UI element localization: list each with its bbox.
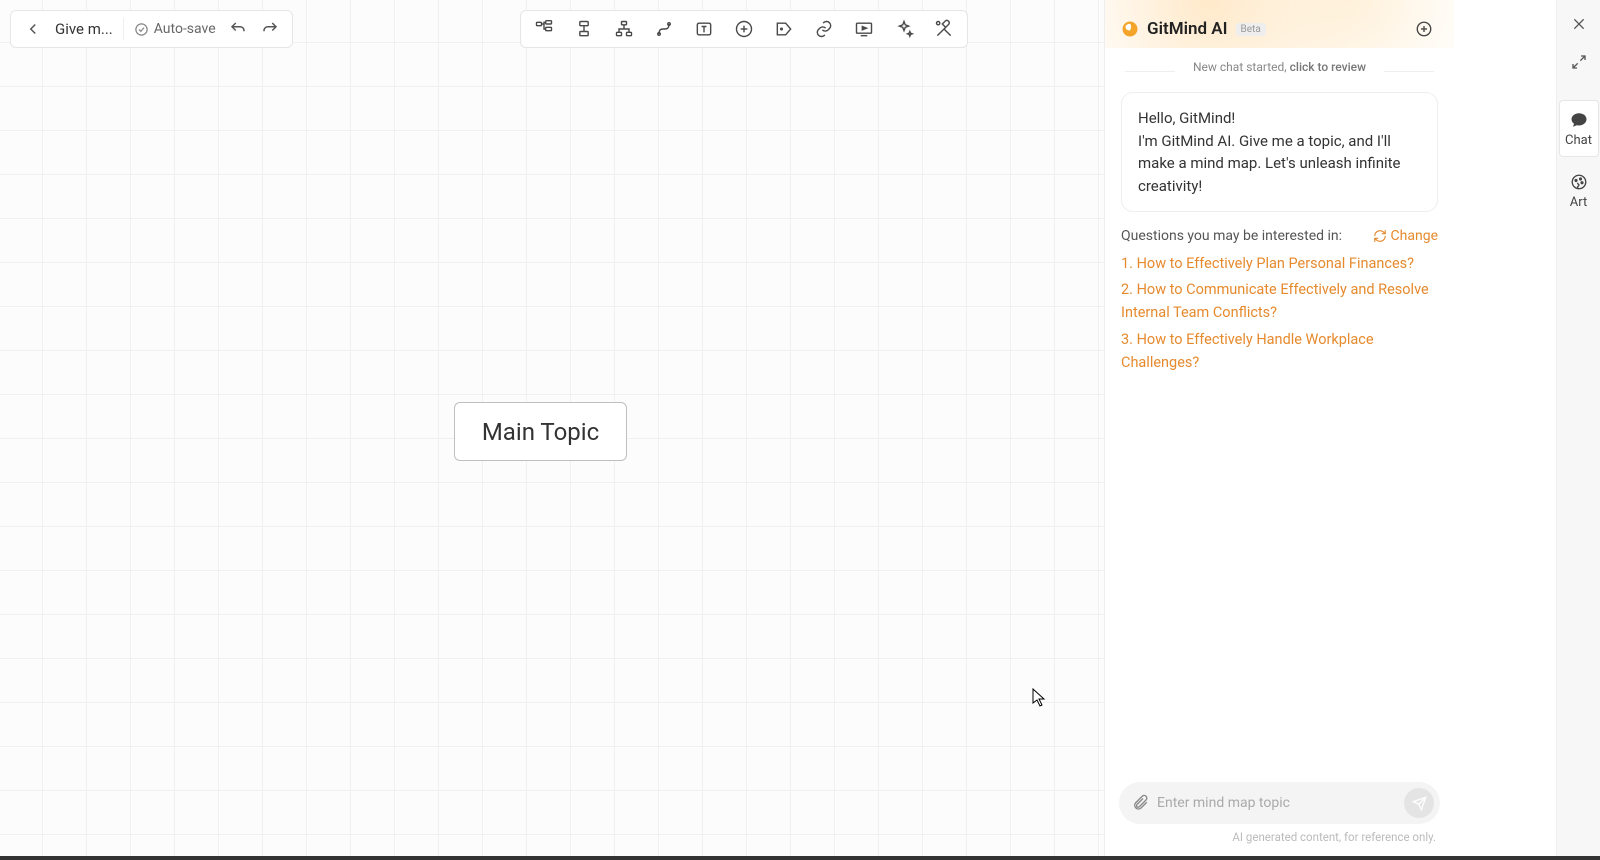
topbar-left: Give m... Auto-save [10, 10, 293, 48]
main-topic-label: Main Topic [482, 418, 599, 446]
relation-button[interactable] [645, 12, 683, 46]
gitmind-logo-icon [1121, 20, 1139, 38]
right-tab-strip: Chat Art [1556, 0, 1600, 860]
link-button[interactable] [805, 12, 843, 46]
mindmap-canvas[interactable]: Main Topic [0, 0, 1104, 860]
chat-input[interactable] [1157, 795, 1396, 811]
brand-name: GitMind AI [1147, 19, 1228, 39]
attach-icon[interactable] [1131, 794, 1149, 812]
tag-button[interactable] [765, 12, 803, 46]
suggestions-header: Questions you may be interested in: Chan… [1105, 228, 1454, 252]
add-button[interactable] [725, 12, 763, 46]
autosave-label: Auto-save [154, 21, 216, 37]
art-tab-label: Art [1570, 195, 1587, 210]
layout-button[interactable] [605, 12, 643, 46]
send-button[interactable] [1404, 788, 1434, 818]
back-button[interactable] [17, 13, 49, 45]
new-chat-notice: New chat started, click to review [1105, 58, 1454, 84]
chat-input-container [1119, 782, 1440, 824]
art-tab[interactable]: Art [1559, 163, 1599, 218]
ai-greeting-message: Hello, GitMind! I'm GitMind AI. Give me … [1121, 92, 1438, 212]
review-prefix: New chat started, [1193, 60, 1290, 74]
undo-button[interactable] [222, 13, 254, 45]
chat-header: GitMind AI Beta [1105, 0, 1454, 58]
change-suggestions-button[interactable]: Change [1373, 228, 1438, 244]
cursor-icon [1032, 688, 1046, 708]
beta-badge: Beta [1236, 23, 1266, 36]
suggestions-list: 1. How to Effectively Plan Personal Fina… [1105, 252, 1454, 377]
add-subtopic-button[interactable] [525, 12, 563, 46]
new-chat-button[interactable] [1410, 15, 1438, 43]
redo-button[interactable] [254, 13, 286, 45]
divider [123, 18, 124, 40]
suggestion-item[interactable]: 3. How to Effectively Handle Workplace C… [1121, 328, 1438, 374]
greeting-text: Hello, GitMind! I'm GitMind AI. Give me … [1138, 109, 1401, 195]
close-panel-button[interactable] [1563, 8, 1595, 40]
autosave-indicator: Auto-save [128, 21, 222, 37]
suggestion-item[interactable]: 1. How to Effectively Plan Personal Fina… [1121, 252, 1438, 275]
suggestion-item[interactable]: 2. How to Communicate Effectively and Re… [1121, 278, 1438, 324]
ai-sparkle-button[interactable] [885, 12, 923, 46]
present-button[interactable] [845, 12, 883, 46]
main-topic-node[interactable]: Main Topic [454, 402, 627, 461]
ai-disclaimer: AI generated content, for reference only… [1119, 824, 1440, 854]
change-label: Change [1391, 228, 1438, 244]
chat-tab[interactable]: Chat [1559, 100, 1599, 157]
chat-tab-label: Chat [1565, 133, 1592, 148]
tools-button[interactable] [925, 12, 963, 46]
review-link[interactable]: click to review [1290, 60, 1366, 74]
add-sibling-button[interactable] [565, 12, 603, 46]
document-title[interactable]: Give m... [55, 20, 113, 38]
suggestions-heading: Questions you may be interested in: [1121, 228, 1342, 244]
ai-chat-panel: GitMind AI Beta New chat started, click … [1104, 0, 1454, 860]
expand-panel-button[interactable] [1563, 46, 1595, 78]
chat-input-area: AI generated content, for reference only… [1105, 770, 1454, 860]
canvas-toolbar [520, 10, 968, 48]
text-button[interactable] [685, 12, 723, 46]
taskbar-edge [0, 856, 1600, 860]
